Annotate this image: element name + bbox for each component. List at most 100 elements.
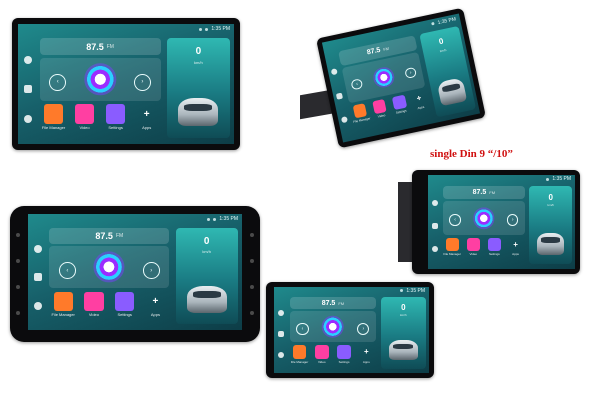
app-settings[interactable]: Settings <box>485 237 504 257</box>
app-label: Settings <box>108 124 123 130</box>
folder-icon <box>43 104 64 124</box>
app-apps[interactable]: + Apps <box>356 345 376 364</box>
status-bar: 1:35 PM <box>28 214 242 224</box>
app-row: File Manager Video Settings + Apps <box>49 291 170 324</box>
head-unit-screen[interactable]: 1:35 PM 87.5 FM ‹ › File Manager Video Set… <box>18 24 234 144</box>
app-video[interactable]: Video <box>71 104 99 130</box>
app-label: Settings <box>395 108 407 115</box>
next-button[interactable]: › <box>506 214 519 226</box>
video-icon <box>314 344 329 359</box>
next-button[interactable]: › <box>142 262 160 280</box>
status-time: 1:35 PM <box>211 26 230 33</box>
play-button[interactable] <box>371 65 396 90</box>
app-video[interactable]: Video <box>464 237 483 256</box>
brain-icon[interactable] <box>277 351 284 358</box>
video-icon <box>466 237 480 252</box>
app-apps[interactable]: + Apps <box>506 238 525 256</box>
previous-button[interactable]: ‹ <box>449 214 461 226</box>
app-label: File Manager <box>51 312 75 317</box>
previous-button[interactable]: ‹ <box>58 262 76 280</box>
location-pin-icon[interactable] <box>277 309 284 316</box>
app-label: Apps <box>142 124 152 130</box>
right-bezel-buttons <box>248 233 256 315</box>
status-bar: 1:35 PM <box>274 287 429 295</box>
head-unit-top-right: 1:35 PM 87.5 FM ‹ › File Manager Video Set… <box>315 7 487 149</box>
grid-icon[interactable] <box>33 273 42 282</box>
next-button[interactable]: › <box>133 74 151 91</box>
previous-button[interactable]: ‹ <box>350 77 364 91</box>
app-label: Settings <box>488 252 500 257</box>
sidebar <box>274 295 288 373</box>
app-file-manager[interactable]: File Manager <box>290 344 310 364</box>
next-button[interactable]: › <box>404 66 418 80</box>
play-button[interactable] <box>93 251 125 283</box>
next-button[interactable]: › <box>357 322 370 335</box>
grid-icon[interactable] <box>431 223 438 230</box>
app-file-manager[interactable]: File Manager <box>443 237 462 256</box>
grid-icon[interactable] <box>277 330 284 337</box>
app-video[interactable]: Video <box>370 99 391 120</box>
app-settings[interactable]: Settings <box>111 291 139 317</box>
car-image <box>436 77 468 106</box>
location-pin-icon[interactable] <box>330 68 339 76</box>
add-icon: + <box>513 240 518 250</box>
brain-icon[interactable] <box>23 114 32 123</box>
app-settings[interactable]: Settings <box>389 94 410 115</box>
brain-icon[interactable] <box>341 116 349 124</box>
app-row: File Manager Video Settings + Apps <box>290 344 377 369</box>
status-time: 1:35 PM <box>219 216 238 223</box>
status-time: 1:35 PM <box>552 176 571 183</box>
radio-widget[interactable]: 87.5 FM <box>289 297 377 310</box>
brain-icon[interactable] <box>431 246 438 253</box>
app-label: Apps <box>362 359 370 364</box>
app-video[interactable]: Video <box>80 291 108 317</box>
location-pin-icon[interactable] <box>431 200 438 207</box>
car-image <box>178 98 219 127</box>
previous-button[interactable]: ‹ <box>49 74 67 91</box>
folder-icon <box>445 237 459 252</box>
head-unit-bottom-left: 1:35 PM 87.5 FM ‹ › File Manager Video Set… <box>10 206 260 342</box>
radio-widget[interactable]: 87.5 FM <box>39 38 161 56</box>
app-label: Video <box>377 113 386 119</box>
add-icon: + <box>415 93 423 104</box>
status-time: 1:35 PM <box>437 15 457 26</box>
play-button[interactable] <box>321 315 345 338</box>
radio-frequency: 87.5 <box>472 189 487 197</box>
head-unit-screen[interactable]: 1:35 PM 87.5 FM ‹ › File Manager Video Set… <box>428 175 575 269</box>
radio-widget[interactable]: 87.5 FM <box>442 186 525 200</box>
media-widget: ‹ › <box>49 246 170 289</box>
speed-value: 0 <box>401 303 406 313</box>
speed-value: 0 <box>195 46 202 58</box>
app-video[interactable]: Video <box>312 344 332 364</box>
radio-frequency: 87.5 <box>95 231 113 242</box>
app-settings[interactable]: Settings <box>334 344 354 364</box>
app-file-manager[interactable]: File Manager <box>350 103 371 124</box>
play-button[interactable] <box>84 63 116 95</box>
play-button[interactable] <box>473 207 495 229</box>
add-icon: + <box>363 347 369 357</box>
status-bar: 1:35 PM <box>18 24 234 35</box>
brain-icon[interactable] <box>33 301 42 310</box>
radio-widget[interactable]: 87.5 FM <box>49 227 170 245</box>
speed-unit: km/h <box>547 203 554 208</box>
app-apps[interactable]: + Apps <box>142 292 170 317</box>
app-label: Video <box>317 359 326 364</box>
app-file-manager[interactable]: File Manager <box>40 104 68 130</box>
app-label: Apps <box>512 252 519 257</box>
previous-button[interactable]: ‹ <box>296 322 309 335</box>
location-pin-icon[interactable] <box>23 56 32 65</box>
app-label: Apps <box>150 312 160 317</box>
location-pin-icon[interactable] <box>33 244 42 253</box>
grid-icon[interactable] <box>336 92 344 100</box>
left-bezel-buttons <box>14 233 22 315</box>
head-unit-screen[interactable]: 1:35 PM 87.5 FM ‹ › File Manager Video Set… <box>28 214 242 330</box>
head-unit-screen[interactable]: 1:35 PM 87.5 FM ‹ › File Manager Video Set… <box>274 287 429 373</box>
speed-unit: km/h <box>194 60 203 66</box>
app-file-manager[interactable]: File Manager <box>49 291 77 317</box>
head-unit-screen[interactable]: 1:35 PM 87.5 FM ‹ › File Manager Video Set… <box>321 13 481 143</box>
app-apps[interactable]: + Apps <box>409 90 430 111</box>
grid-icon[interactable] <box>23 85 32 94</box>
app-apps[interactable]: + Apps <box>133 104 161 130</box>
app-label: Video <box>88 312 99 317</box>
app-settings[interactable]: Settings <box>102 104 130 130</box>
